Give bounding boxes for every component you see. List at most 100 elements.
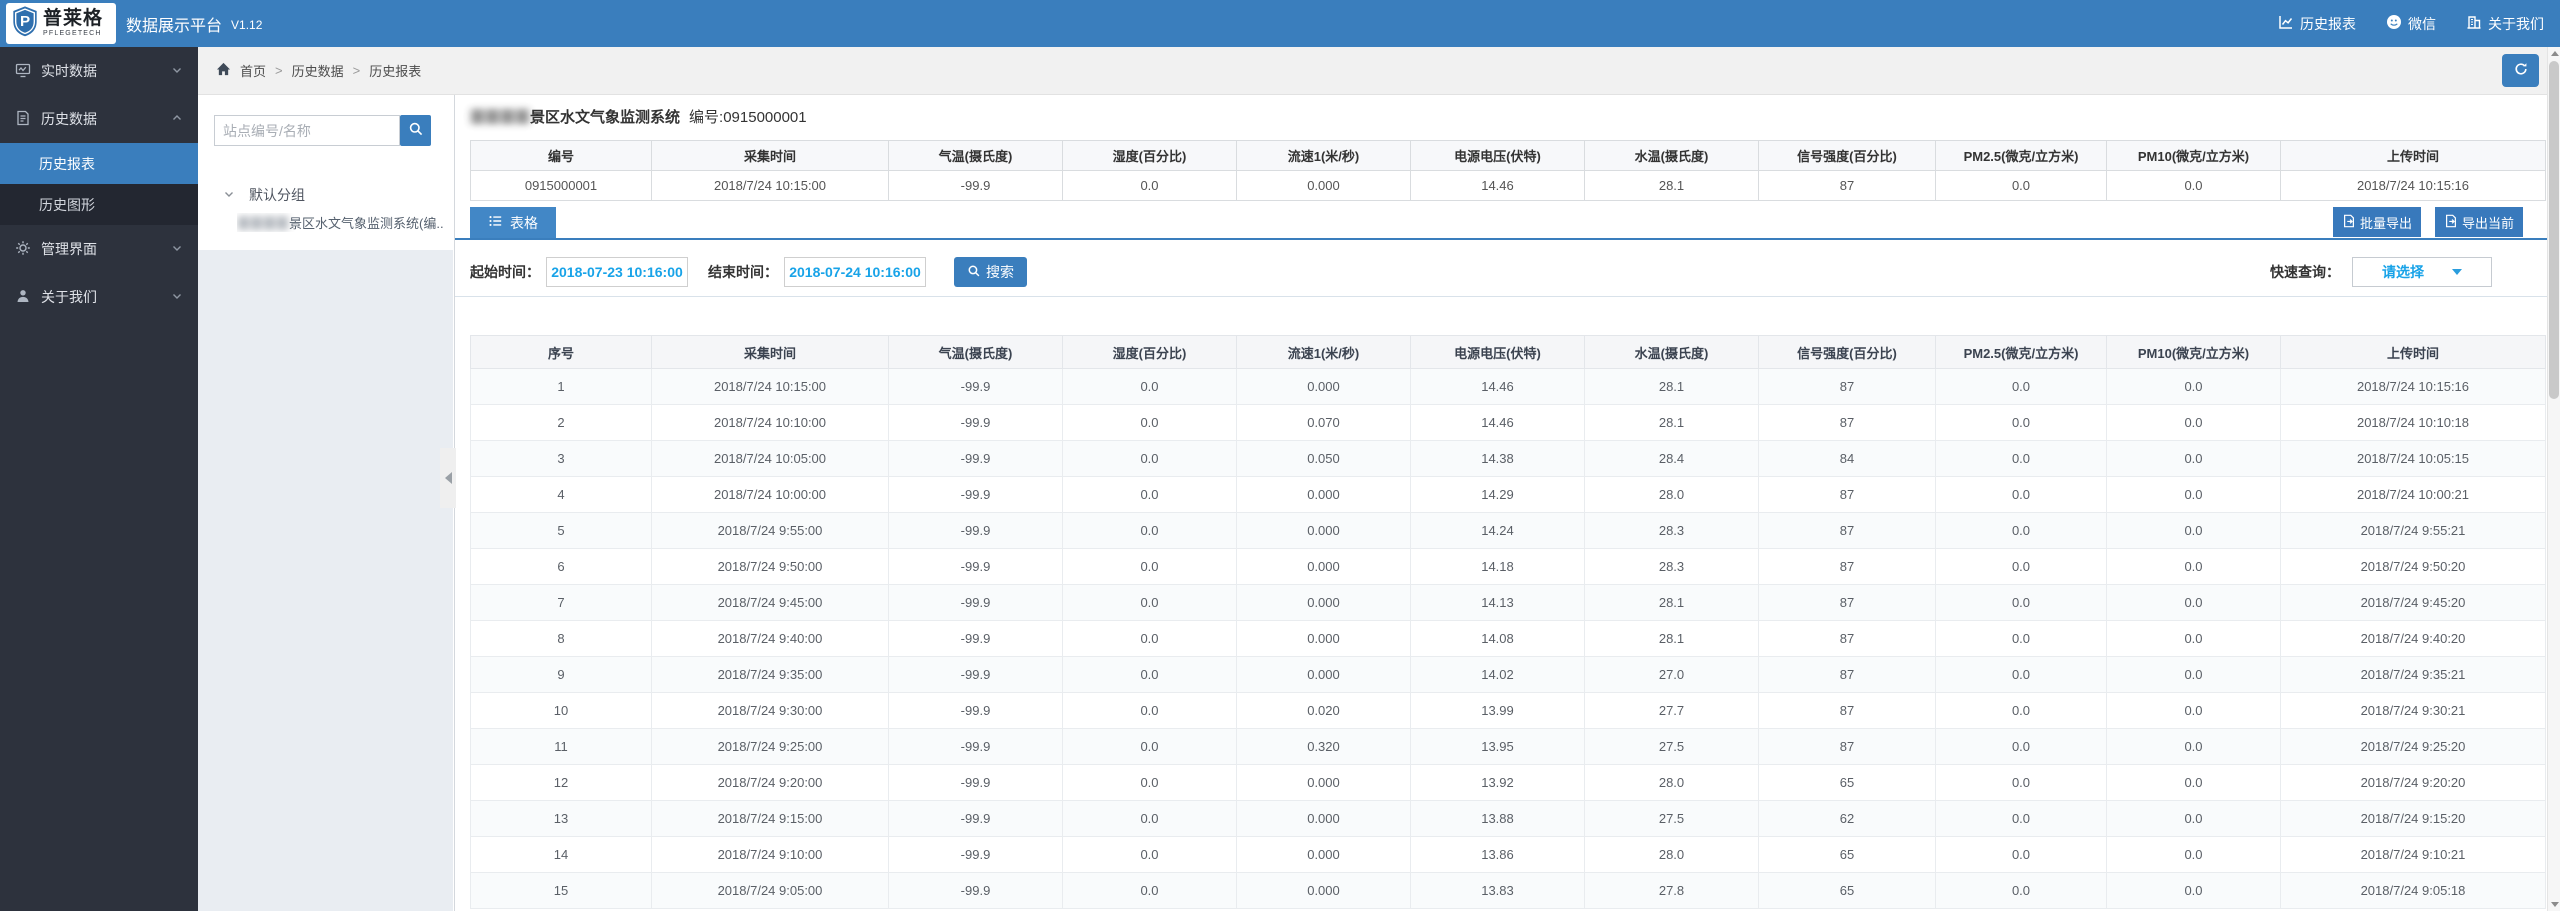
breadcrumb-history-data[interactable]: 历史数据 <box>292 61 344 80</box>
start-time-input[interactable] <box>546 257 688 287</box>
column-header: 上传时间 <box>2280 140 2546 171</box>
station-search-button[interactable] <box>400 115 431 146</box>
table-cell: 0.0 <box>2106 764 2281 801</box>
table-cell: 2018/7/24 9:20:00 <box>651 764 889 801</box>
sidebar-item-history-graph[interactable]: 历史图形 <box>0 184 198 225</box>
table-row: 8 2018/7/24 9:40:00 -99.9 0.0 0.000 14.08 28.1… <box>470 620 2546 657</box>
table-cell: -99.9 <box>888 692 1063 729</box>
table-cell: 13.86 <box>1410 836 1585 873</box>
vertical-scrollbar[interactable] <box>2547 47 2560 911</box>
station-search-input[interactable] <box>214 115 400 146</box>
table-cell: 27.5 <box>1584 728 1759 765</box>
arrow-up-icon <box>2550 51 2559 56</box>
table-cell: 87 <box>1758 548 1936 585</box>
table-cell: 13.95 <box>1410 728 1585 765</box>
table-cell: 28.0 <box>1584 764 1759 801</box>
realtime-data-icon <box>15 62 31 81</box>
table-cell: 10 <box>470 692 652 729</box>
table-cell: 28.3 <box>1584 512 1759 549</box>
table-cell: 87 <box>1758 368 1936 405</box>
export-file-icon <box>2342 214 2356 231</box>
table-cell: 14.46 <box>1410 368 1585 405</box>
table-cell: 0.320 <box>1236 728 1411 765</box>
table-cell: 0915000001 <box>470 170 652 201</box>
column-header: 湿度(百分比) <box>1062 335 1237 369</box>
panel-collapse-handle[interactable] <box>440 448 456 508</box>
sidebar-item-history-data[interactable]: 历史数据 <box>0 95 198 143</box>
table-cell: -99.9 <box>888 872 1063 909</box>
table-cell: 14.18 <box>1410 548 1585 585</box>
user-icon <box>15 288 31 307</box>
table-cell: -99.9 <box>888 764 1063 801</box>
table-cell: 87 <box>1758 170 1936 201</box>
scrollbar-thumb[interactable] <box>2549 61 2559 399</box>
breadcrumb-history-report[interactable]: 历史报表 <box>369 61 421 80</box>
table-cell: 0.0 <box>2106 368 2281 405</box>
column-header: 电源电压(伏特) <box>1410 140 1585 171</box>
scroll-down-button[interactable] <box>2548 898 2560 911</box>
topbar-link-about[interactable]: 关于我们 <box>2466 14 2544 34</box>
column-header: 气温(摄氏度) <box>888 140 1063 171</box>
table-cell: 28.0 <box>1584 836 1759 873</box>
table-cell: 2018/7/24 9:45:00 <box>651 584 889 621</box>
sidebar-item-realtime-data[interactable]: 实时数据 <box>0 47 198 95</box>
table-cell: 0.050 <box>1236 440 1411 477</box>
table-cell: 65 <box>1758 836 1936 873</box>
table-cell: 27.5 <box>1584 800 1759 837</box>
table-cell: 15 <box>470 872 652 909</box>
sidebar-item-about[interactable]: 关于我们 <box>0 273 198 321</box>
table-cell: 0.000 <box>1236 170 1411 201</box>
quick-query-select[interactable]: 请选择 <box>2352 257 2492 287</box>
quick-query: 快速查询： 请选择 <box>2270 251 2492 293</box>
topbar-link-wechat[interactable]: 微信 <box>2386 14 2436 34</box>
table-cell: 0.0 <box>1062 512 1237 549</box>
table-cell: 0.0 <box>2106 476 2281 513</box>
table-cell: 2018/7/24 10:10:18 <box>2280 404 2546 441</box>
export-current-button[interactable]: 导出当前 <box>2434 207 2523 237</box>
chevron-up-icon <box>171 111 183 127</box>
batch-export-button[interactable]: 批量导出 <box>2332 207 2421 237</box>
table-cell: 0.0 <box>2106 836 2281 873</box>
table-cell: 62 <box>1758 800 1936 837</box>
search-button[interactable]: 搜索 <box>954 257 1027 287</box>
station-group-default[interactable]: 默认分组 <box>223 185 305 205</box>
gear-icon <box>15 240 31 259</box>
table-cell: 8 <box>470 620 652 657</box>
table-cell: 2018/7/24 10:15:00 <box>651 368 889 405</box>
table-row: 15 2018/7/24 9:05:00 -99.9 0.0 0.000 13.83 27.… <box>470 872 2546 909</box>
line-chart-icon <box>2278 14 2294 33</box>
table-cell: 0.000 <box>1236 368 1411 405</box>
table-cell: 0.0 <box>1062 440 1237 477</box>
table-cell: 2018/7/24 9:45:20 <box>2280 584 2546 621</box>
table-cell: -99.9 <box>888 836 1063 873</box>
export-file-icon <box>2444 214 2458 231</box>
table-cell: 28.0 <box>1584 476 1759 513</box>
brand-name-en: PFLEGETECH <box>43 30 102 37</box>
table-cell: 0.0 <box>1062 728 1237 765</box>
sidebar-item-history-report[interactable]: 历史报表 <box>0 143 198 184</box>
filter-row: 起始时间： 结束时间： 搜索 <box>470 251 1027 293</box>
table-cell: 2018/7/24 9:25:20 <box>2280 728 2546 765</box>
table-cell: 2018/7/24 9:30:00 <box>651 692 889 729</box>
table-cell: 14.46 <box>1410 170 1585 201</box>
table-cell: 6 <box>470 548 652 585</box>
scroll-up-button[interactable] <box>2548 47 2560 60</box>
table-cell: 0.0 <box>1935 368 2107 405</box>
end-time-input[interactable] <box>784 257 926 287</box>
table-cell: 0.0 <box>2106 548 2281 585</box>
table-cell: 65 <box>1758 764 1936 801</box>
table-cell: 14.38 <box>1410 440 1585 477</box>
refresh-button[interactable] <box>2502 54 2539 87</box>
table-cell: 7 <box>470 584 652 621</box>
topbar-link-history-report[interactable]: 历史报表 <box>2278 14 2356 34</box>
tab-table[interactable]: 表格 <box>470 207 556 238</box>
station-tree-item[interactable]: 〓〓〓〓景区水文气象监测系统(编... <box>237 213 443 232</box>
table-cell: 0.000 <box>1236 548 1411 585</box>
arrow-down-icon <box>2550 902 2559 907</box>
sidebar-item-admin[interactable]: 管理界面 <box>0 225 198 273</box>
table-cell: 0.0 <box>1062 620 1237 657</box>
table-cell: 0.0 <box>1935 440 2107 477</box>
caret-down-icon <box>2452 269 2462 275</box>
table-cell: -99.9 <box>888 440 1063 477</box>
breadcrumb-home[interactable]: 首页 <box>240 61 266 80</box>
